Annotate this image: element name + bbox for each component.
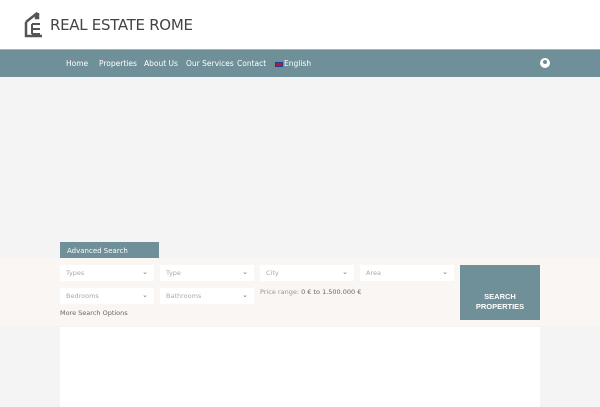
language-label: English <box>284 59 312 68</box>
nav-contact[interactable]: Contact <box>237 59 266 68</box>
content-panel <box>60 327 540 407</box>
house-logo-icon <box>24 12 42 38</box>
chevron-down-icon: ⌄ <box>142 268 148 276</box>
price-range-label: Price range: <box>260 288 300 296</box>
advanced-search-tab[interactable]: Advanced Search <box>60 242 159 259</box>
user-account-icon[interactable] <box>540 58 550 68</box>
search-properties-button[interactable]: SEARCH PROPERTIES <box>460 265 540 320</box>
area-label: Area <box>366 269 381 277</box>
main-nav: Home Properties About Us Our Services Co… <box>0 49 600 77</box>
button-line-2: PROPERTIES <box>475 301 525 311</box>
site-header: REAL ESTATE ROME <box>0 0 600 49</box>
chevron-down-icon: ⌄ <box>142 291 148 299</box>
price-range-value: 0 € to 1.500.000 € <box>301 288 362 296</box>
area-select[interactable]: Area ⌄ <box>360 265 454 281</box>
language-selector[interactable]: English <box>275 59 311 68</box>
type-select[interactable]: Type ⌄ <box>160 265 254 281</box>
chevron-down-icon: ⌄ <box>242 291 248 299</box>
nav-about-us[interactable]: About Us <box>144 59 178 68</box>
bathrooms-label: Bathrooms <box>166 292 202 300</box>
bedrooms-select[interactable]: Bedrooms ⌄ <box>60 288 154 304</box>
city-label: City <box>266 269 279 277</box>
bedrooms-label: Bedrooms <box>66 292 99 300</box>
nav-properties[interactable]: Properties <box>99 59 137 68</box>
type-label: Type <box>166 269 181 277</box>
chevron-down-icon: ⌄ <box>242 268 248 276</box>
brand-name: REAL ESTATE ROME <box>50 16 193 34</box>
nav-our-services[interactable]: Our Services <box>186 59 234 68</box>
chevron-down-icon: ⌄ <box>442 268 448 276</box>
types-select[interactable]: Types ⌄ <box>60 265 154 281</box>
nav-home[interactable]: Home <box>66 59 88 68</box>
price-range[interactable]: Price range: 0 € to 1.500.000 € <box>260 288 361 296</box>
button-line-1: SEARCH <box>484 291 516 301</box>
more-search-options-link[interactable]: More Search Options <box>60 309 128 317</box>
uk-flag-icon <box>275 61 283 67</box>
bathrooms-select[interactable]: Bathrooms ⌄ <box>160 288 254 304</box>
city-select[interactable]: City ⌄ <box>260 265 354 281</box>
types-label: Types <box>66 269 85 277</box>
chevron-down-icon: ⌄ <box>342 268 348 276</box>
logo[interactable]: REAL ESTATE ROME <box>24 12 193 38</box>
